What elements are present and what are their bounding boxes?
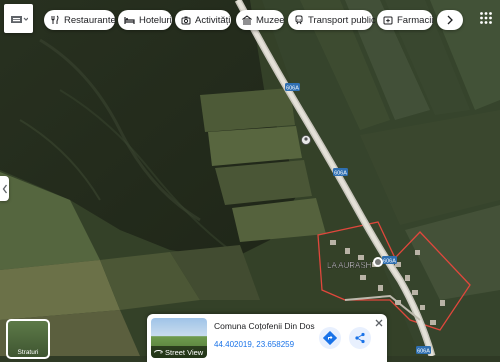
svg-text:606A: 606A xyxy=(383,259,396,265)
layers-switcher-label: Straturi xyxy=(17,349,39,356)
chip-activities[interactable]: Activități xyxy=(175,10,231,30)
chip-label: Muzee xyxy=(256,14,285,26)
hotel-icon xyxy=(124,17,135,24)
restaurant-icon xyxy=(51,15,59,24)
svg-text:606A: 606A xyxy=(417,349,430,355)
satellite-map[interactable]: 606A 606A 606A 606A LA AURASH xyxy=(0,0,500,356)
chip-label: Transport public xyxy=(308,14,376,26)
place-label[interactable]: LA AURASH xyxy=(327,261,372,270)
apps-button[interactable] xyxy=(477,9,495,27)
directions-icon xyxy=(323,331,337,345)
pharmacy-icon xyxy=(383,16,393,25)
route-shield-606a: 606A xyxy=(333,168,348,177)
street-view-label-bar: Street View xyxy=(151,346,207,358)
chips-scroll-right-button[interactable] xyxy=(437,10,463,30)
share-button[interactable] xyxy=(349,327,371,349)
chip-public-transport[interactable]: Transport public xyxy=(288,10,376,30)
train-icon xyxy=(295,15,303,25)
place-title: Comuna Coțofenii Din Dos xyxy=(214,321,315,331)
chip-hotels[interactable]: Hoteluri xyxy=(118,10,172,30)
place-coordinates[interactable]: 44.402019, 23.658259 xyxy=(214,340,294,349)
chevron-left-icon xyxy=(2,184,7,193)
chip-label: Hoteluri xyxy=(139,14,172,26)
directions-button[interactable] xyxy=(319,327,341,349)
layers-button[interactable] xyxy=(4,4,33,33)
svg-text:606A: 606A xyxy=(286,86,299,92)
route-shield-606a: 606A xyxy=(285,83,300,92)
camera-icon xyxy=(181,16,191,25)
layers-icon xyxy=(10,15,28,23)
chip-label: Farmacii xyxy=(397,14,434,26)
share-icon xyxy=(355,332,365,344)
chip-museums[interactable]: Muzee xyxy=(236,10,285,30)
close-card-button[interactable] xyxy=(373,317,385,329)
close-icon xyxy=(375,319,383,327)
chip-restaurants[interactable]: Restaurante xyxy=(44,10,116,30)
route-shield-606a: 606A xyxy=(382,256,397,265)
place-marker[interactable] xyxy=(373,257,383,267)
chevron-right-icon xyxy=(447,15,453,25)
field-plot xyxy=(200,88,295,132)
chip-label: Restaurante xyxy=(64,14,116,26)
layers-switcher[interactable]: Straturi xyxy=(6,319,50,359)
side-panel-toggle[interactable] xyxy=(0,176,9,201)
apps-grid-icon xyxy=(480,12,492,24)
street-view-label: Street View xyxy=(165,347,204,357)
chip-label: Activități xyxy=(195,14,231,26)
field-plot xyxy=(0,260,120,320)
street-view-icon xyxy=(154,349,163,354)
street-view-thumbnail[interactable]: Street View xyxy=(151,318,207,358)
route-shield-606a: 606A xyxy=(416,346,431,355)
place-info-card: Street View Comuna Coțofenii Din Dos 44.… xyxy=(147,314,387,362)
top-toolbar: Restaurante Hoteluri Activități Muzee Tr… xyxy=(0,0,500,40)
poi-marker[interactable] xyxy=(301,135,311,145)
chip-pharmacies[interactable]: Farmacii xyxy=(377,10,433,30)
svg-text:606A: 606A xyxy=(334,171,347,177)
museum-icon xyxy=(242,15,252,25)
